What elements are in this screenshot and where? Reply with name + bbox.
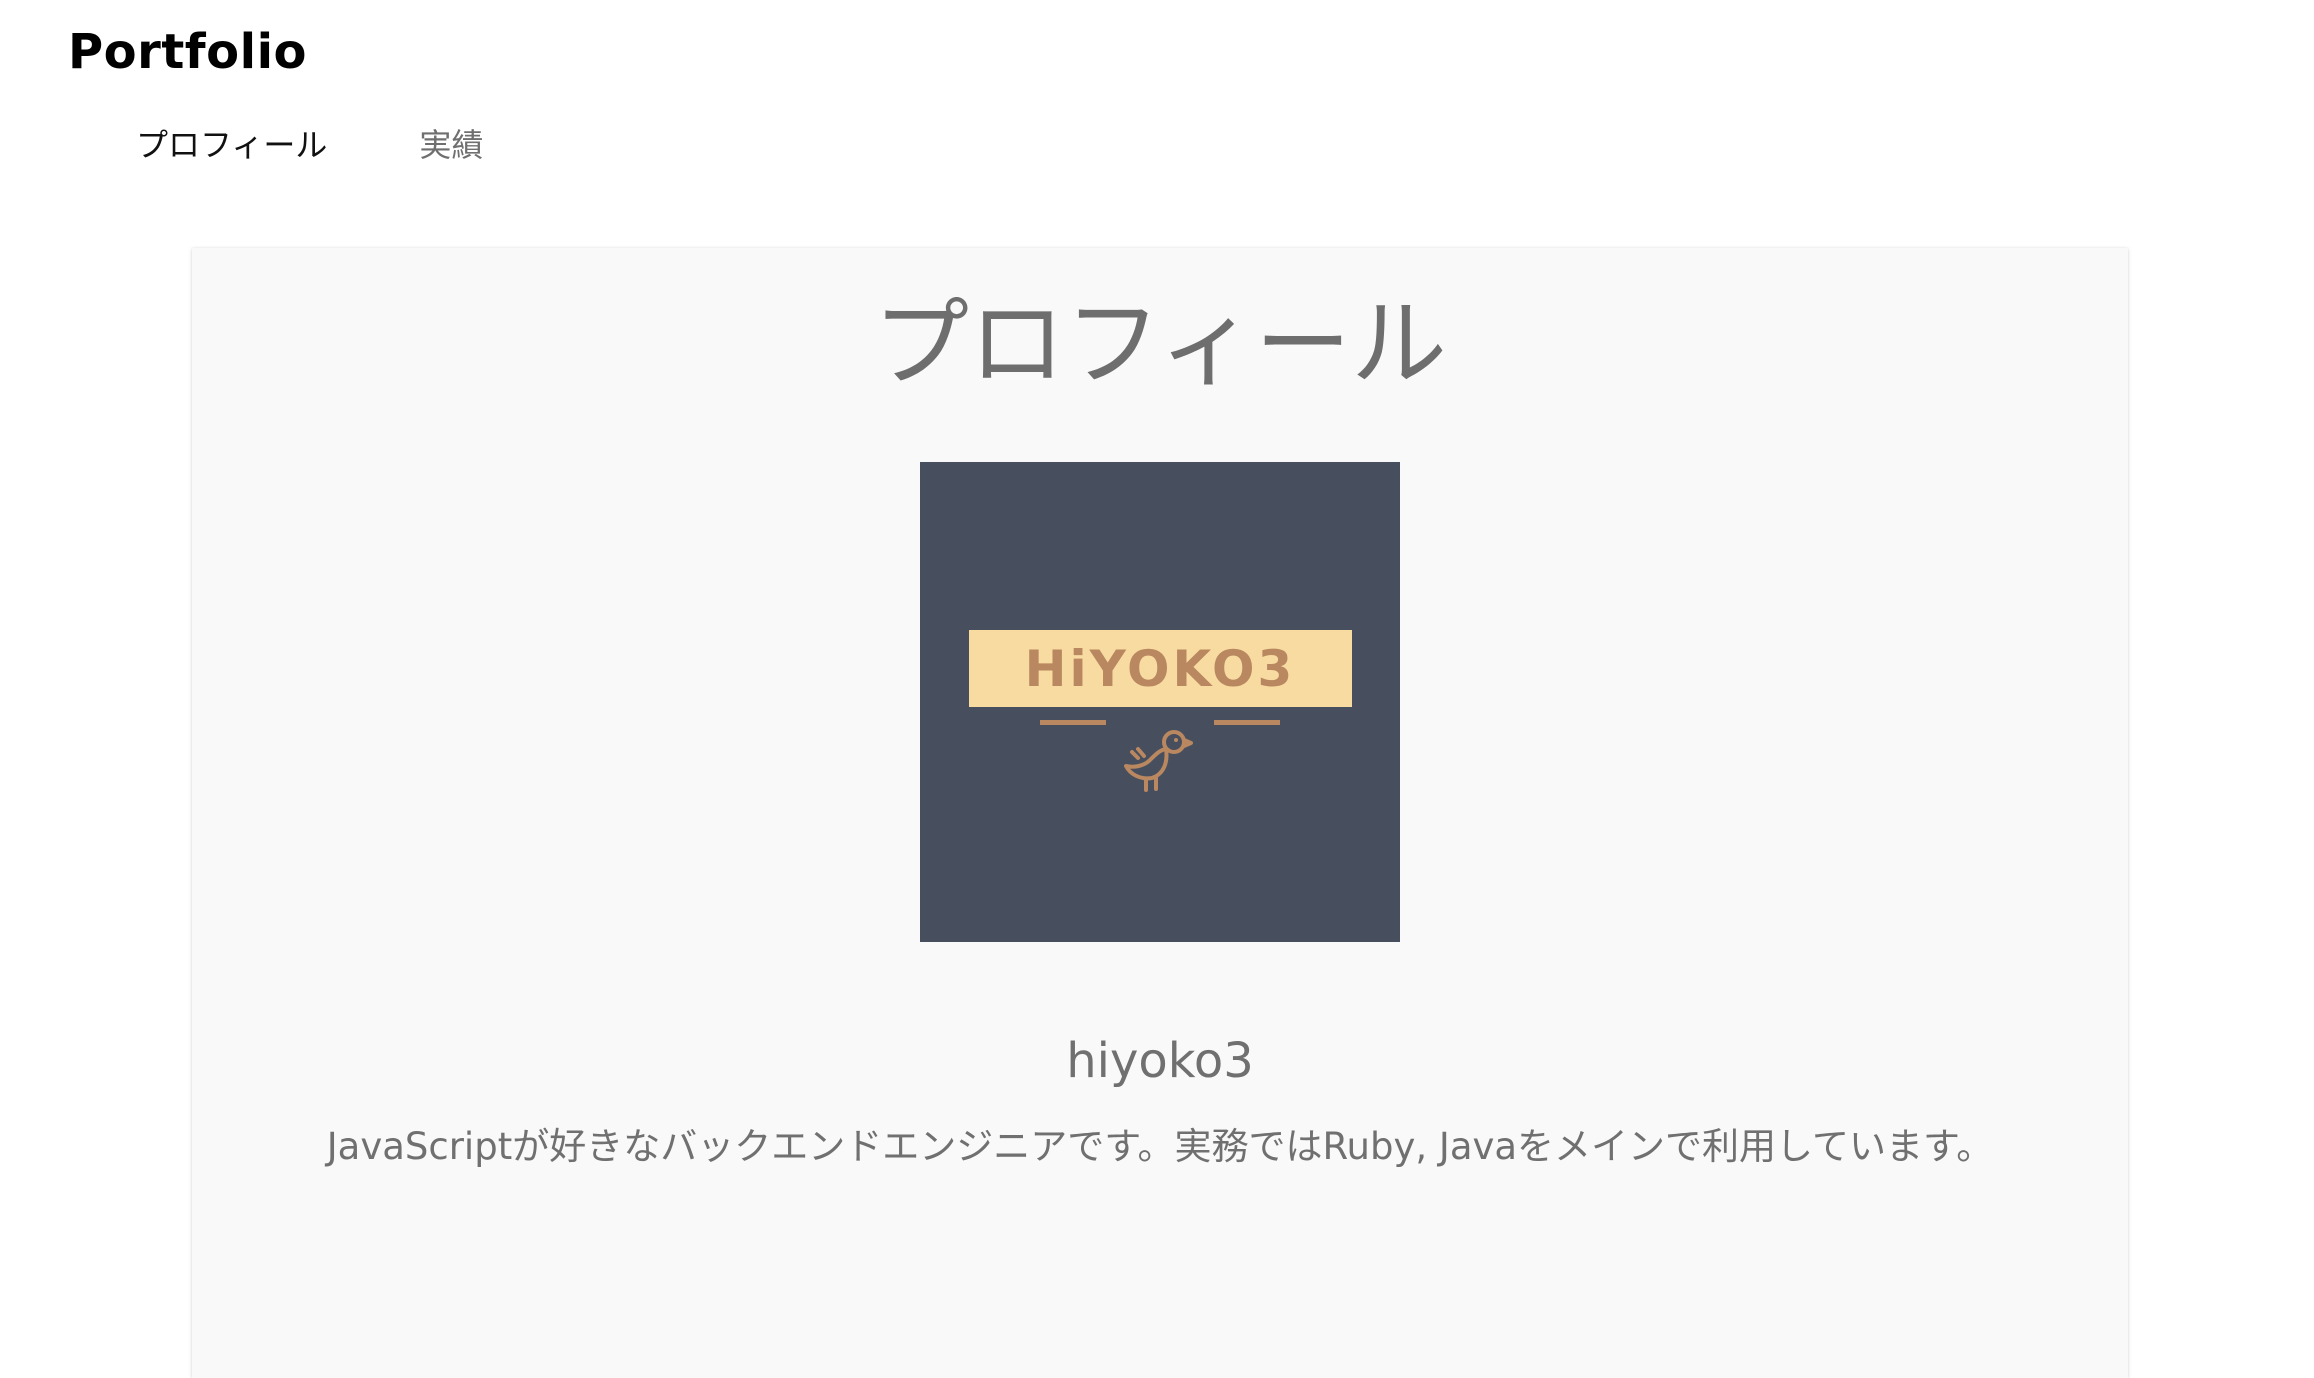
- profile-heading: プロフィール: [872, 288, 1448, 400]
- main-nav: プロフィール 実績: [136, 122, 483, 168]
- tab-achievements[interactable]: 実績: [419, 122, 483, 168]
- profile-username: hiyoko3: [1066, 1033, 1254, 1089]
- profile-bio: JavaScriptが好きなバックエンドエンジニアです。実務ではRuby, Ja…: [326, 1125, 1994, 1168]
- logo-line-right: [1214, 720, 1280, 725]
- tab-profile[interactable]: プロフィール: [136, 122, 327, 168]
- site-title[interactable]: Portfolio: [68, 20, 307, 84]
- logo-text: HiYOKO3: [1025, 640, 1296, 698]
- avatar-logo: HiYOKO3: [920, 462, 1400, 942]
- avatar: HiYOKO3: [920, 462, 1400, 942]
- logo-line-left: [1040, 720, 1106, 725]
- profile-card: プロフィール HiYOKO3 hiyoko3 JavaScriptが好きなバック…: [192, 248, 2128, 1378]
